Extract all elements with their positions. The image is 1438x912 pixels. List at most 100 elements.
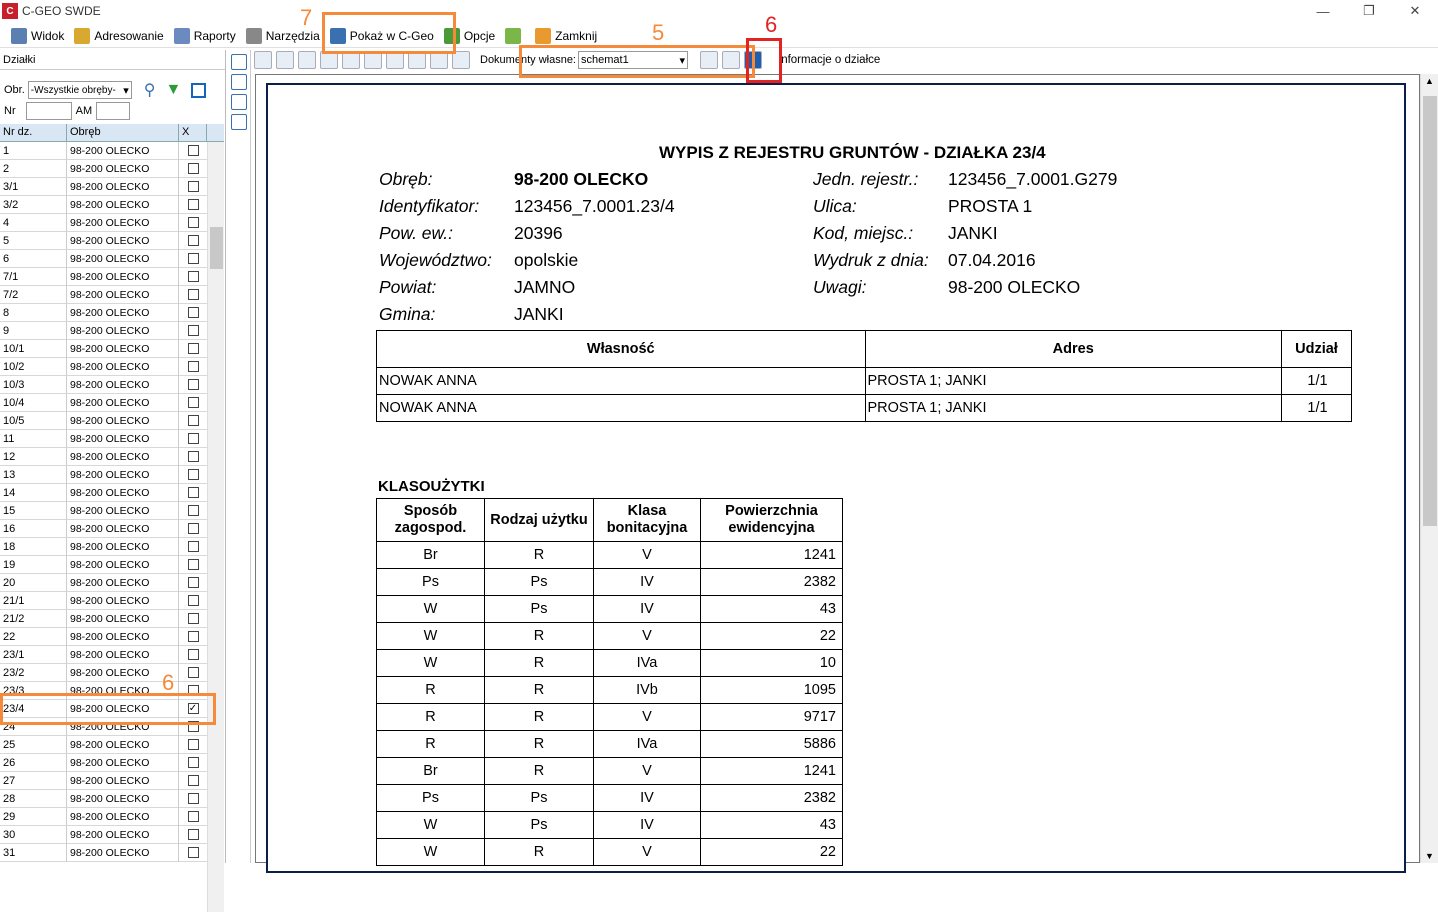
col-nr[interactable]: Nr dz. bbox=[0, 124, 67, 141]
table-row[interactable]: 10/3 98-200 OLECKO bbox=[0, 375, 207, 394]
xy-icon[interactable] bbox=[230, 114, 247, 130]
row-checkbox[interactable] bbox=[187, 757, 199, 768]
row-checkbox[interactable] bbox=[187, 811, 199, 822]
table-row[interactable]: 9 98-200 OLECKO bbox=[0, 321, 207, 340]
table-row[interactable]: 5 98-200 OLECKO bbox=[0, 231, 207, 250]
menu-android-icon[interactable] bbox=[500, 25, 530, 47]
table-row[interactable]: 21/2 98-200 OLECKO bbox=[0, 609, 207, 628]
table-row[interactable]: 7/2 98-200 OLECKO bbox=[0, 285, 207, 304]
table-row[interactable]: 10/5 98-200 OLECKO bbox=[0, 411, 207, 430]
table-row[interactable]: 16 98-200 OLECKO bbox=[0, 519, 207, 538]
row-checkbox[interactable] bbox=[187, 775, 199, 786]
row-checkbox[interactable] bbox=[187, 829, 199, 840]
table-row[interactable]: 8 98-200 OLECKO bbox=[0, 303, 207, 322]
col-x[interactable]: X bbox=[179, 124, 207, 141]
table-row[interactable]: 2 98-200 OLECKO bbox=[0, 159, 207, 178]
table-row[interactable]: 12 98-200 OLECKO bbox=[0, 447, 207, 466]
scroll-down-icon[interactable]: ▼ bbox=[1425, 851, 1434, 861]
row-checkbox[interactable] bbox=[187, 145, 199, 156]
frame-icon[interactable] bbox=[191, 82, 207, 98]
row-checkbox[interactable] bbox=[187, 631, 199, 642]
table-row[interactable]: 3/2 98-200 OLECKO bbox=[0, 195, 207, 214]
table-row[interactable]: 19 98-200 OLECKO bbox=[0, 555, 207, 574]
row-checkbox[interactable] bbox=[187, 739, 199, 750]
row-checkbox[interactable] bbox=[187, 235, 199, 246]
search-icon[interactable]: ⚲ bbox=[144, 80, 156, 100]
table-row[interactable]: 23/2 98-200 OLECKO bbox=[0, 663, 207, 682]
help-icon[interactable] bbox=[254, 51, 272, 69]
table-row[interactable]: 28 98-200 OLECKO bbox=[0, 789, 207, 808]
window-icon[interactable] bbox=[230, 74, 247, 90]
row-checkbox[interactable] bbox=[187, 253, 199, 264]
scroll-thumb[interactable] bbox=[1423, 96, 1437, 526]
row-checkbox[interactable] bbox=[187, 559, 199, 570]
row-checkbox[interactable] bbox=[187, 415, 199, 426]
envelope-icon[interactable] bbox=[230, 94, 247, 110]
row-checkbox[interactable] bbox=[187, 613, 199, 624]
table-row[interactable]: 31 98-200 OLECKO bbox=[0, 843, 207, 862]
table-row[interactable]: 27 98-200 OLECKO bbox=[0, 771, 207, 790]
row-checkbox[interactable] bbox=[187, 379, 199, 390]
table-row[interactable]: 30 98-200 OLECKO bbox=[0, 825, 207, 844]
row-checkbox[interactable] bbox=[187, 577, 199, 588]
obr-select[interactable]: -Wszystkie obręby- ▾ bbox=[27, 81, 132, 99]
row-checkbox[interactable] bbox=[187, 307, 199, 318]
row-checkbox[interactable] bbox=[187, 451, 199, 462]
minimize-button[interactable]: — bbox=[1300, 0, 1346, 22]
table-row[interactable]: 18 98-200 OLECKO bbox=[0, 537, 207, 556]
row-checkbox[interactable] bbox=[187, 433, 199, 444]
table-row[interactable]: 14 98-200 OLECKO bbox=[0, 483, 207, 502]
table-row[interactable]: 21/1 98-200 OLECKO bbox=[0, 591, 207, 610]
table-row[interactable]: 3/1 98-200 OLECKO bbox=[0, 177, 207, 196]
menu-zamknij[interactable]: Zamknij bbox=[530, 25, 602, 47]
menu-widok[interactable]: Widok bbox=[6, 25, 69, 47]
table-row[interactable]: 6 98-200 OLECKO bbox=[0, 249, 207, 268]
document-icon[interactable] bbox=[230, 54, 247, 70]
scroll-up-icon[interactable]: ▲ bbox=[1425, 76, 1434, 86]
preview-scrollbar[interactable]: ▲ ▼ bbox=[1420, 74, 1438, 863]
menu-adresowanie[interactable]: Adresowanie bbox=[69, 25, 168, 47]
row-checkbox[interactable] bbox=[187, 397, 199, 408]
row-checkbox[interactable] bbox=[187, 217, 199, 228]
row-checkbox[interactable] bbox=[187, 181, 199, 192]
menu-raporty[interactable]: Raporty bbox=[169, 25, 241, 47]
table-row[interactable]: 25 98-200 OLECKO bbox=[0, 735, 207, 754]
close-window-button[interactable]: ✕ bbox=[1392, 0, 1438, 22]
maximize-button[interactable]: ❐ bbox=[1346, 0, 1392, 22]
left-scrollbar[interactable] bbox=[207, 142, 224, 912]
table-row[interactable]: 15 98-200 OLECKO bbox=[0, 501, 207, 520]
row-checkbox[interactable] bbox=[187, 487, 199, 498]
print-icon[interactable] bbox=[276, 51, 294, 69]
row-checkbox[interactable] bbox=[187, 505, 199, 516]
table-row[interactable]: 1 98-200 OLECKO bbox=[0, 141, 207, 160]
row-checkbox[interactable] bbox=[187, 361, 199, 372]
row-checkbox[interactable] bbox=[187, 595, 199, 606]
pdf-icon[interactable] bbox=[298, 51, 316, 69]
row-checkbox[interactable] bbox=[187, 523, 199, 534]
table-row[interactable]: 10/1 98-200 OLECKO bbox=[0, 339, 207, 358]
col-obreb[interactable]: Obręb bbox=[67, 124, 179, 141]
row-checkbox[interactable] bbox=[187, 271, 199, 282]
row-checkbox[interactable] bbox=[187, 541, 199, 552]
table-row[interactable]: 22 98-200 OLECKO bbox=[0, 627, 207, 646]
row-checkbox[interactable] bbox=[187, 847, 199, 858]
table-row[interactable]: 20 98-200 OLECKO bbox=[0, 573, 207, 592]
table-row[interactable]: 7/1 98-200 OLECKO bbox=[0, 267, 207, 286]
row-checkbox[interactable] bbox=[187, 793, 199, 804]
row-checkbox[interactable] bbox=[187, 469, 199, 480]
table-row[interactable]: 4 98-200 OLECKO bbox=[0, 213, 207, 232]
row-checkbox[interactable] bbox=[187, 667, 199, 678]
row-checkbox[interactable] bbox=[187, 199, 199, 210]
filter-icon[interactable]: ▼ bbox=[166, 81, 182, 99]
table-row[interactable]: 10/2 98-200 OLECKO bbox=[0, 357, 207, 376]
scroll-thumb[interactable] bbox=[210, 227, 223, 269]
row-checkbox[interactable] bbox=[187, 289, 199, 300]
row-checkbox[interactable] bbox=[187, 649, 199, 660]
table-row[interactable]: 10/4 98-200 OLECKO bbox=[0, 393, 207, 412]
table-row[interactable]: 29 98-200 OLECKO bbox=[0, 807, 207, 826]
table-row[interactable]: 11 98-200 OLECKO bbox=[0, 429, 207, 448]
row-checkbox[interactable] bbox=[187, 163, 199, 174]
row-checkbox[interactable] bbox=[187, 343, 199, 354]
table-row[interactable]: 13 98-200 OLECKO bbox=[0, 465, 207, 484]
nr-input[interactable] bbox=[25, 102, 72, 120]
